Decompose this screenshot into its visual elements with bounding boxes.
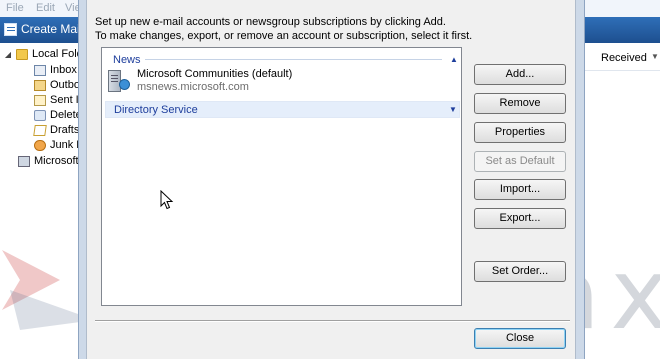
account-server: msnews.microsoft.com — [137, 81, 249, 93]
deleted-items-icon — [34, 109, 46, 121]
group-label-directory: Directory Service — [114, 103, 198, 116]
collapse-arrow-icon[interactable]: ◢ — [4, 50, 12, 59]
close-button[interactable]: Close — [474, 328, 566, 349]
folder-inbox[interactable]: Inbox — [34, 64, 77, 76]
inbox-icon — [34, 64, 46, 76]
folder-drafts[interactable]: Drafts — [33, 124, 80, 136]
chevron-down-icon[interactable]: ▼ — [651, 52, 659, 61]
group-header-directory-service[interactable]: Directory Service ▼ — [105, 101, 460, 118]
folder-pane: ◢ Local Folders Inbox Outbox Sent Items … — [0, 43, 146, 359]
instruction-line-2: To make changes, export, or remove an ac… — [95, 30, 473, 42]
group-divider — [144, 59, 442, 60]
set-order-button[interactable]: Set Order... — [474, 261, 566, 282]
folder-label: Inbox — [50, 64, 77, 76]
sent-items-icon — [34, 94, 46, 106]
group-header-news[interactable]: News ▲ — [105, 51, 460, 68]
chevron-up-icon[interactable]: ▲ — [448, 55, 460, 64]
news-server-icon — [107, 68, 131, 94]
group-label-news: News — [113, 53, 141, 66]
folder-icon — [16, 48, 28, 60]
server-icon — [18, 155, 30, 167]
menu-edit[interactable]: Edit — [36, 2, 55, 14]
account-item[interactable]: Microsoft Communities (default) msnews.m… — [107, 68, 292, 94]
message-list — [585, 71, 660, 359]
drafts-icon — [33, 124, 47, 136]
folder-label: Drafts — [50, 124, 80, 136]
create-mail-button[interactable]: Create Mail — [4, 22, 82, 36]
create-mail-label: Create Mail — [21, 22, 83, 36]
outbox-icon — [34, 79, 46, 91]
account-name: Microsoft Communities (default) — [137, 68, 293, 80]
instruction-line-1: Set up new e-mail accounts or newsgroup … — [95, 16, 446, 28]
column-received[interactable]: Received — [601, 52, 647, 64]
group-divider — [202, 109, 441, 110]
menu-file[interactable]: File — [6, 2, 24, 14]
chevron-down-icon[interactable]: ▼ — [447, 105, 459, 114]
dialog-separator — [95, 320, 570, 322]
import-button[interactable]: Import... — [474, 179, 566, 200]
mouse-pointer-icon — [160, 190, 174, 210]
dialog-instructions: Set up new e-mail accounts or newsgroup … — [95, 15, 472, 43]
properties-button[interactable]: Properties — [474, 122, 566, 143]
accounts-list[interactable]: News ▲ Microsoft Communities (default) m… — [101, 47, 462, 306]
junk-icon — [34, 139, 46, 151]
toolbar-right — [585, 17, 660, 43]
set-as-default-button[interactable]: Set as Default — [474, 151, 566, 172]
remove-button[interactable]: Remove — [474, 93, 566, 114]
add-button[interactable]: Add... — [474, 64, 566, 85]
export-button[interactable]: Export... — [474, 208, 566, 229]
message-list-header: Received ▼ — [585, 43, 660, 71]
create-mail-icon — [4, 22, 17, 36]
